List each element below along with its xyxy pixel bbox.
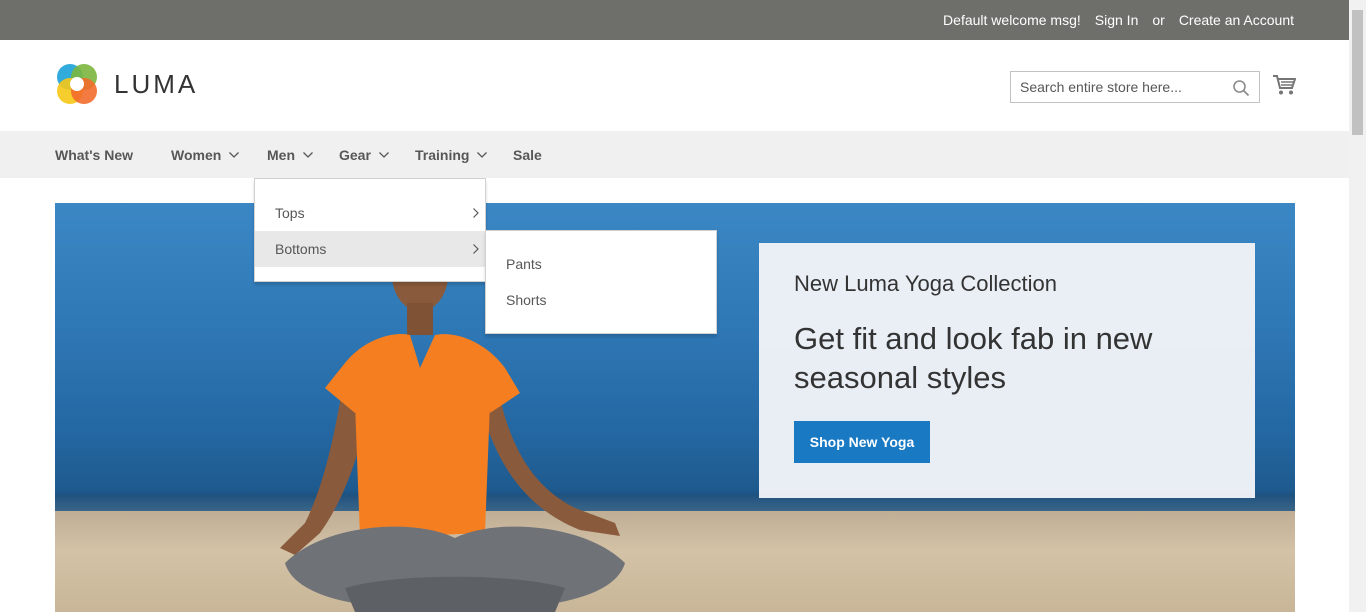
chevron-down-icon (303, 151, 313, 158)
bottoms-submenu: Pants Shorts (485, 230, 717, 334)
menu-item-label: Tops (275, 205, 305, 221)
promo-title: Get fit and look fab in new seasonal sty… (794, 321, 1153, 395)
luma-logo-icon (57, 64, 97, 104)
nav-label: Women (171, 146, 222, 163)
search-box[interactable] (1010, 71, 1260, 103)
chevron-right-icon (473, 208, 479, 218)
chevron-down-icon (477, 151, 488, 158)
logo-text: LUMA (114, 68, 199, 99)
nav-item-sale[interactable]: Sale (513, 131, 542, 178)
nav-label: Training (415, 146, 470, 163)
welcome-message: Default welcome msg! (943, 12, 1081, 28)
page-scrollbar[interactable] (1349, 0, 1366, 612)
men-dropdown-menu: Tops Bottoms (254, 178, 486, 282)
menu-item-label: Pants (506, 256, 542, 272)
menu-item-bottoms[interactable]: Bottoms (255, 231, 485, 267)
menu-item-shorts[interactable]: Shorts (486, 282, 716, 318)
nav-label: Sale (513, 146, 542, 163)
nav-label: Men (267, 146, 295, 163)
scrollbar-thumb[interactable] (1352, 10, 1363, 135)
nav-item-training[interactable]: Training (415, 131, 488, 178)
nav-item-whats-new[interactable]: What's New (55, 131, 133, 178)
or-separator: or (1152, 12, 1165, 28)
top-panel: Default welcome msg! Sign In or Create a… (0, 0, 1349, 40)
logo[interactable]: LUMA (55, 62, 198, 106)
chevron-down-icon (229, 151, 240, 158)
chevron-right-icon (473, 244, 479, 254)
nav-label: Gear (339, 146, 371, 163)
nav-label: What's New (55, 146, 134, 163)
promo-box: New Luma Yoga Collection Get fit and loo… (759, 243, 1255, 498)
shop-new-yoga-button[interactable]: Shop New Yoga (794, 421, 930, 463)
menu-item-label: Bottoms (275, 241, 327, 257)
nav-item-gear[interactable]: Gear (339, 131, 389, 178)
main-nav: What's New Women Men Gear Training Sale (0, 131, 1349, 178)
site-header: LUMA (0, 40, 1349, 131)
sign-in-link[interactable]: Sign In (1095, 12, 1139, 28)
nav-item-men[interactable]: Men (267, 131, 313, 178)
chevron-down-icon (378, 151, 389, 158)
promo-subtitle: New Luma Yoga Collection (794, 271, 1057, 296)
menu-item-pants[interactable]: Pants (486, 246, 716, 282)
nav-item-women[interactable]: Women (171, 131, 240, 178)
create-account-link[interactable]: Create an Account (1179, 12, 1294, 28)
search-input[interactable] (1011, 72, 1221, 102)
header-links: Default welcome msg! Sign In or Create a… (929, 0, 1294, 40)
menu-item-tops[interactable]: Tops (255, 195, 485, 231)
menu-item-label: Shorts (506, 292, 547, 308)
search-icon[interactable] (1232, 79, 1250, 97)
cart-icon[interactable] (1272, 74, 1296, 96)
